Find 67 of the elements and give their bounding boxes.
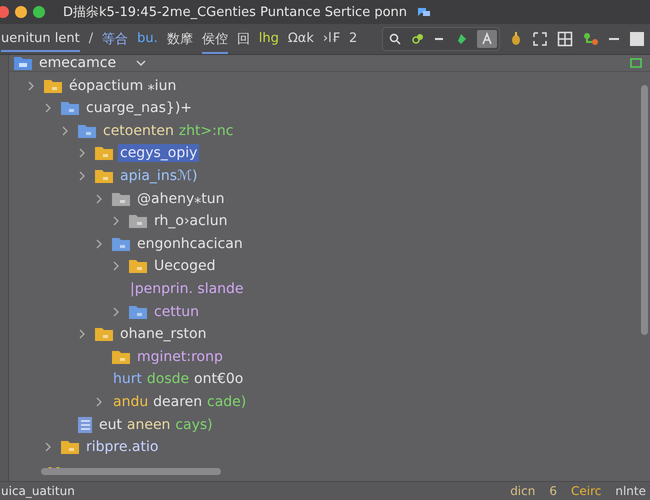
- chevron-right-icon[interactable]: [78, 170, 86, 181]
- chevron-right-icon[interactable]: [27, 80, 35, 91]
- toolbar-tab[interactable]: 数摩: [166, 24, 193, 54]
- toolbar-tab[interactable]: Ωαk: [288, 26, 314, 52]
- tree-item-label[interactable]: cetoenten zht>:nc: [101, 122, 236, 140]
- chevron-right-icon[interactable]: [112, 261, 120, 272]
- text-icon[interactable]: [477, 30, 497, 48]
- toolbar-tab[interactable]: 回: [236, 24, 250, 54]
- link-icon[interactable]: [411, 33, 425, 45]
- minimize-button[interactable]: [15, 6, 27, 18]
- toolbar-tab[interactable]: /: [88, 26, 94, 52]
- tree-item-label[interactable]: hurt dosde ont€0o: [111, 370, 246, 388]
- chevron-right-icon[interactable]: [95, 396, 103, 407]
- toolbar-tab[interactable]: lhg: [258, 26, 279, 52]
- chevron-right-icon[interactable]: [44, 103, 52, 114]
- tree-item-label[interactable]: apia_insℳ): [118, 166, 200, 185]
- frame-icon[interactable]: [532, 31, 548, 47]
- zoom-button[interactable]: [33, 6, 45, 18]
- tree-item-label[interactable]: andu dearen cade): [111, 392, 248, 411]
- chevron-right-icon[interactable]: [95, 238, 103, 249]
- tree-item-label[interactable]: ribpre.atio: [84, 438, 160, 456]
- chevron-right-icon[interactable]: [112, 306, 120, 317]
- chevron-right-icon[interactable]: [112, 216, 120, 226]
- chevron-right-icon[interactable]: [78, 329, 86, 340]
- toolbar-tab[interactable]: 侯倥: [202, 24, 228, 54]
- tree-item-label[interactable]: eut aneen cays): [97, 416, 215, 434]
- tree-item-label[interactable]: mginet:ronp: [135, 348, 225, 366]
- close-button[interactable]: [0, 6, 9, 18]
- chat-icon: [417, 6, 432, 18]
- project-name[interactable]: emecamce: [39, 55, 116, 72]
- tree-item-label[interactable]: cegys_opiy: [118, 144, 200, 162]
- tree-item-label[interactable]: rh_o›aclun: [152, 212, 230, 230]
- scrollbar[interactable]: [41, 468, 221, 475]
- layout-icon[interactable]: [557, 31, 573, 47]
- scrollbar[interactable]: [641, 85, 648, 335]
- status-text: uica_uatitun: [1, 484, 75, 498]
- git-icon[interactable]: [582, 31, 600, 47]
- file-icon: [77, 416, 93, 434]
- chevron-down-icon[interactable]: [136, 59, 146, 68]
- toolbar-tab[interactable]: bu.: [137, 26, 158, 52]
- folder-icon: [13, 55, 33, 72]
- chevron-right-icon[interactable]: [61, 126, 69, 136]
- tree-item-label[interactable]: @aheny⁎tun: [135, 190, 226, 208]
- search-icon[interactable]: [389, 33, 401, 45]
- tree-item-label[interactable]: engonhcacican: [135, 234, 245, 253]
- tree-item-label[interactable]: cettun: [152, 302, 202, 321]
- tag-icon[interactable]: [455, 33, 467, 45]
- status-item[interactable]: nlnte: [615, 484, 646, 498]
- toolbar-tab[interactable]: uenitun lent: [1, 26, 80, 52]
- tree-item-label[interactable]: éopactium ⁎iun: [67, 76, 178, 95]
- status-item[interactable]: dicn: [510, 484, 536, 498]
- chevron-right-icon[interactable]: [78, 148, 86, 158]
- status-item[interactable]: Ceirc: [570, 484, 602, 498]
- tree-item-label[interactable]: ohane_rston: [118, 325, 208, 344]
- toolbar-tab[interactable]: ›l₣: [322, 26, 340, 52]
- window-title: D描尜k5-19:45-2me_CGenties Puntance Sertice ponn: [63, 4, 408, 21]
- toolbar-tab[interactable]: 2: [349, 26, 358, 52]
- chevron-right-icon[interactable]: [44, 442, 52, 452]
- toolbar-tab[interactable]: 等合: [102, 24, 128, 54]
- tree-item-label[interactable]: cuarge_nas})+: [84, 99, 194, 118]
- tree-item-label[interactable]: |penprin. slande: [128, 280, 246, 298]
- tree-item-label[interactable]: Uecoged: [152, 257, 218, 276]
- panel-icon[interactable]: [630, 58, 642, 68]
- chevron-right-icon[interactable]: [95, 194, 103, 204]
- status-item[interactable]: 6: [549, 484, 557, 498]
- minus-icon[interactable]: [609, 37, 621, 41]
- minus-icon[interactable]: [435, 37, 445, 41]
